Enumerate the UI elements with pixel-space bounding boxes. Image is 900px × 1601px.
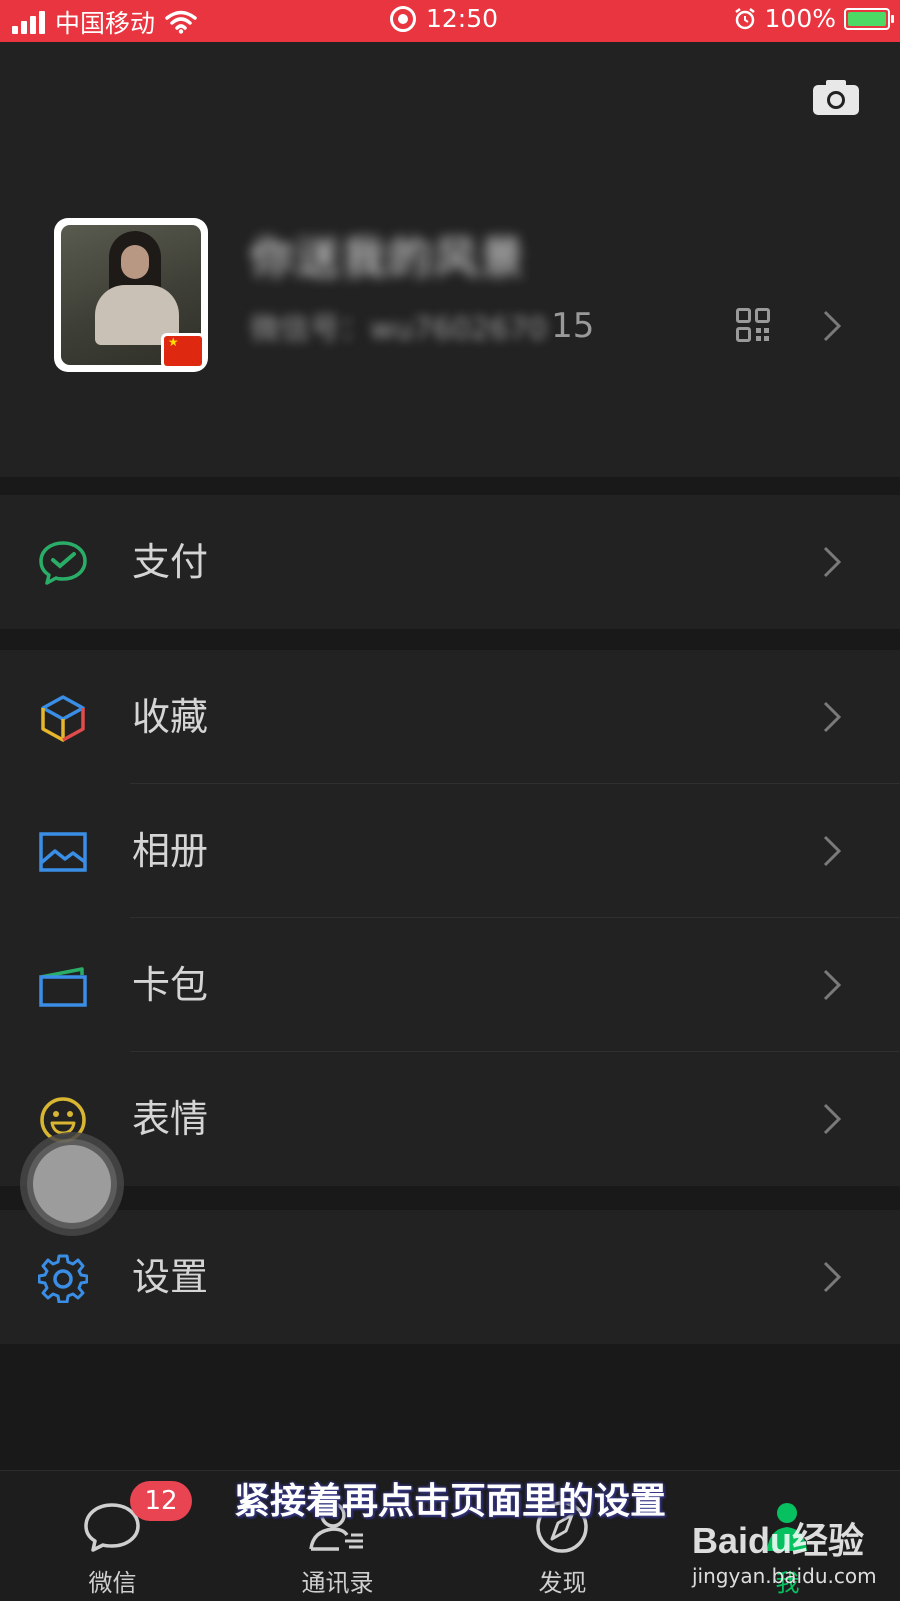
chevron-right-icon — [822, 1260, 842, 1294]
wechat-id-tail: 15 — [551, 306, 595, 346]
picture-icon — [39, 832, 87, 872]
assistive-touch-button[interactable] — [20, 1132, 124, 1236]
menu-group-settings: 设置 — [0, 1210, 900, 1344]
china-flag-icon: ★ — [161, 333, 205, 369]
card-wallet-icon — [39, 967, 87, 1007]
profile-header: ★ 你送我的风景 微信号：wu7602670 15 — [0, 42, 900, 477]
tab-label-discover: 发现 — [538, 1569, 587, 1597]
status-right: 100% — [733, 4, 894, 33]
chevron-right-icon — [822, 834, 842, 868]
chevron-right-icon — [822, 968, 842, 1002]
chevron-right-icon — [822, 545, 842, 579]
avatar[interactable]: ★ — [54, 218, 208, 372]
menu-item-cards[interactable]: 卡包 — [0, 918, 900, 1052]
menu-item-stickers[interactable]: 表情 — [0, 1052, 900, 1186]
menu-item-pay[interactable]: 支付 — [0, 495, 900, 629]
watermark-brand: Baidu经验 — [692, 1520, 865, 1561]
wechat-id[interactable]: 微信号：wu7602670 15 — [250, 304, 594, 348]
menu-label-settings: 设置 — [132, 1255, 209, 1299]
menu-label-stickers: 表情 — [132, 1097, 209, 1141]
camera-icon[interactable] — [811, 77, 861, 117]
menu-item-album[interactable]: 相册 — [0, 784, 900, 918]
profile-nickname[interactable]: 你送我的风景 — [250, 222, 526, 286]
status-center: 12:50 — [390, 4, 498, 33]
menu-label-pay: 支付 — [132, 540, 209, 584]
chevron-right-icon[interactable] — [822, 309, 842, 343]
cube-icon — [41, 695, 85, 742]
screen-recording-icon — [390, 5, 416, 32]
battery-icon — [844, 7, 894, 30]
menu-group-pay: 支付 — [0, 495, 900, 629]
baidu-watermark: Baidu经验 jingyan.baidu.com — [692, 1512, 877, 1588]
menu-item-favorites[interactable]: 收藏 — [0, 650, 900, 784]
wifi-icon — [165, 10, 197, 34]
tab-label-chats: 微信 — [88, 1569, 137, 1597]
watermark-url: jingyan.baidu.com — [692, 1564, 877, 1588]
menu-group-main: 收藏 相册 卡包 表情 — [0, 650, 900, 1186]
status-time: 12:50 — [426, 4, 499, 33]
wechat-id-blurred: 微信号：wu7602670 — [250, 312, 548, 347]
menu-label-cards: 卡包 — [132, 963, 209, 1007]
signal-icon — [12, 10, 45, 34]
chevron-right-icon — [822, 1102, 842, 1136]
carrier-label: 中国移动 — [55, 9, 156, 38]
menu-label-favorites: 收藏 — [132, 695, 209, 739]
tab-label-contacts: 通讯录 — [301, 1569, 374, 1597]
status-bar: 中国移动 12:50 100% — [0, 0, 900, 42]
alarm-icon — [734, 7, 755, 29]
battery-percent: 100% — [764, 4, 836, 33]
status-left: 中国移动 — [12, 4, 197, 40]
menu-item-settings[interactable]: 设置 — [0, 1210, 900, 1344]
gear-icon — [38, 1254, 88, 1303]
menu-label-album: 相册 — [132, 829, 209, 873]
wechat-pay-icon — [39, 541, 87, 585]
qr-code-icon[interactable] — [736, 308, 770, 342]
chevron-right-icon — [822, 700, 842, 734]
